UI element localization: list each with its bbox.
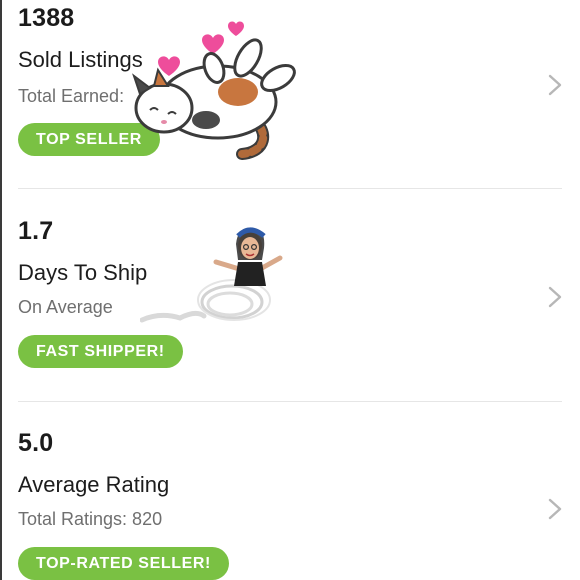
stat-row-average-rating[interactable]: 5.0 Average Rating Total Ratings: 820 TO… <box>0 402 580 580</box>
stat-value: 5.0 <box>18 429 54 457</box>
stat-value: 1388 <box>18 4 75 32</box>
chevron-right-icon[interactable] <box>548 74 562 96</box>
stat-subtitle: Total Earned: <box>18 86 125 106</box>
stat-row-days-to-ship[interactable]: 1.7 Days To Ship On Average FAST SHIPPER… <box>0 190 580 402</box>
chevron-right-icon[interactable] <box>548 498 562 520</box>
fast-shipper-badge: FAST SHIPPER! <box>18 335 183 368</box>
section-divider <box>18 188 562 189</box>
sleeping-cat-icon <box>132 21 296 160</box>
stat-value: 1.7 <box>18 217 54 245</box>
stat-title: Average Rating <box>18 472 170 497</box>
stat-subtitle: Total Ratings: 820 <box>18 509 163 529</box>
running-avatar-icon <box>140 227 283 323</box>
stat-subtitle: On Average <box>18 297 113 317</box>
chevron-right-icon[interactable] <box>548 286 562 308</box>
stat-row-sold-listings[interactable]: 1388 Sold Listings Total Earned: TOP SEL… <box>0 0 580 190</box>
stat-title: Days To Ship <box>18 260 148 285</box>
top-rated-seller-badge: TOP-RATED SELLER! <box>18 547 229 580</box>
